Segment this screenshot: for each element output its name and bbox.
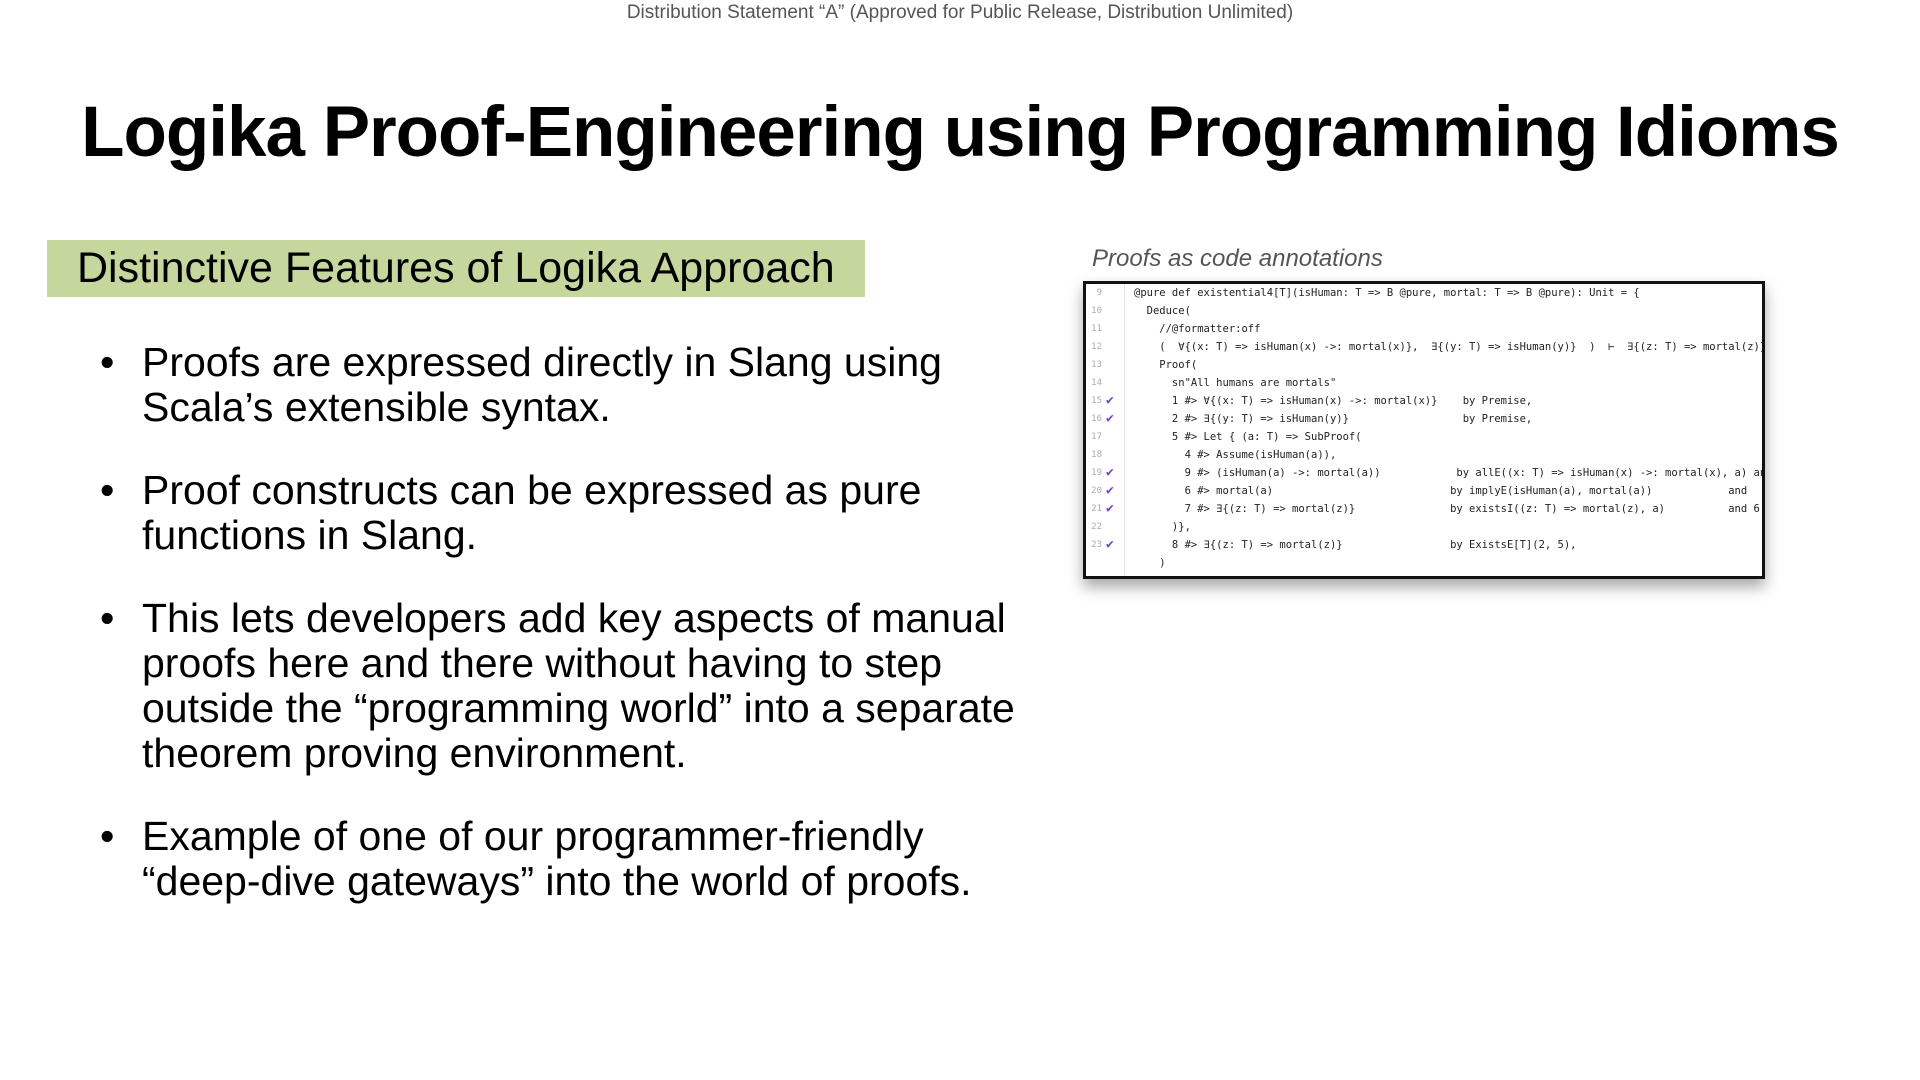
code-text: ( ∀{(x: T) => isHuman(x) ->: mortal(x)},…	[1134, 341, 1765, 353]
code-line: 19 ✔ 9 #> (isHuman(a) ->: mortal(a)) by a…	[1086, 464, 1762, 482]
bullet-icon: •	[100, 595, 115, 641]
bullet-icon: •	[100, 467, 115, 513]
code-text: Proof(	[1134, 359, 1198, 371]
bullet-text: Proof constructs can be expressed as pur…	[142, 467, 922, 558]
line-number: 12	[1091, 342, 1102, 352]
code-line: 22 )},	[1086, 518, 1762, 536]
slide-title: Logika Proof-Engineering using Programmi…	[81, 93, 1840, 172]
code-line: 17 5 #> Let { (a: T) => SubProof(	[1086, 428, 1762, 446]
figure-caption: Proofs as code annotations	[1092, 245, 1383, 272]
code-text: 7 #> ∃{(z: T) => mortal(z)} by existsI((…	[1134, 503, 1765, 515]
verified-check-icon: ✔	[1106, 411, 1114, 426]
bullet-list: • Proofs are expressed directly in Slang …	[100, 340, 1020, 942]
bullet-icon: •	[100, 813, 115, 859]
verified-check-icon: ✔	[1106, 501, 1114, 516]
line-number: 11	[1091, 324, 1102, 334]
verified-check-icon: ✔	[1106, 483, 1114, 498]
code-text: Deduce(	[1134, 305, 1191, 317]
code-line: 14 sn"All humans are mortals"	[1086, 374, 1762, 392]
code-line: 9 @pure def existential4[T](isHuman: T =>…	[1086, 284, 1762, 302]
code-line: 11 //@formatter:off	[1086, 320, 1762, 338]
code-text: 4 #> Assume(isHuman(a)),	[1134, 449, 1337, 461]
code-text: 2 #> ∃{(y: T) => isHuman(y)} by Premise,	[1134, 413, 1533, 425]
code-screenshot: 9 @pure def existential4[T](isHuman: T =>…	[1083, 281, 1765, 579]
verified-check-icon: ✔	[1106, 465, 1114, 480]
code-line: 10 Deduce(	[1086, 302, 1762, 320]
code-text: )	[1134, 557, 1166, 569]
code-line: 13 Proof(	[1086, 356, 1762, 374]
code-lines: 9 @pure def existential4[T](isHuman: T =>…	[1086, 284, 1762, 572]
bullet-item: • Proof constructs can be expressed as pu…	[100, 468, 1020, 558]
code-text: 9 #> (isHuman(a) ->: mortal(a)) by allE(…	[1134, 467, 1765, 479]
code-text: )},	[1134, 521, 1191, 533]
bullet-item: • Example of one of our programmer-friend…	[100, 814, 1020, 904]
line-number: 13	[1091, 360, 1102, 370]
verified-check-icon: ✔	[1106, 393, 1114, 408]
code-line: 12 ( ∀{(x: T) => isHuman(x) ->: mortal(x…	[1086, 338, 1762, 356]
line-number: 21	[1091, 504, 1102, 514]
code-text: 8 #> ∃{(z: T) => mortal(z)} by ExistsE[T…	[1134, 539, 1577, 551]
bullet-item: • This lets developers add key aspects of…	[100, 596, 1020, 776]
bullet-text: Example of one of our programmer-friendl…	[142, 813, 972, 904]
code-line: )	[1086, 554, 1762, 572]
verified-check-icon: ✔	[1106, 537, 1114, 552]
code-text: 5 #> Let { (a: T) => SubProof(	[1134, 431, 1362, 443]
line-number: 22	[1091, 522, 1102, 532]
bullet-item: • Proofs are expressed directly in Slang …	[100, 340, 1020, 430]
line-number: 19	[1091, 468, 1102, 478]
line-number: 15	[1091, 396, 1102, 406]
code-line: 23 ✔ 8 #> ∃{(z: T) => mortal(z)} by Exist…	[1086, 536, 1762, 554]
code-line: 20 ✔ 6 #> mortal(a) by implyE(isHuman(a),…	[1086, 482, 1762, 500]
line-number: 20	[1091, 486, 1102, 496]
bullet-icon: •	[100, 339, 115, 385]
code-line: 15 ✔ 1 #> ∀{(x: T) => isHuman(x) ->: mort…	[1086, 392, 1762, 410]
code-text: 1 #> ∀{(x: T) => isHuman(x) ->: mortal(x…	[1134, 395, 1533, 407]
line-number: 16	[1091, 414, 1102, 424]
distribution-statement: Distribution Statement “A” (Approved for…	[626, 2, 1294, 23]
line-number: 10	[1091, 306, 1102, 316]
code-text: //@formatter:off	[1134, 323, 1261, 335]
line-number: 18	[1091, 450, 1102, 460]
code-line: 16 ✔ 2 #> ∃{(y: T) => isHuman(y)} by Prem…	[1086, 410, 1762, 428]
line-number: 23	[1091, 540, 1102, 550]
line-number: 9	[1096, 288, 1102, 298]
code-line: 21 ✔ 7 #> ∃{(z: T) => mortal(z)} by exist…	[1086, 500, 1762, 518]
line-number: 17	[1091, 432, 1102, 442]
bullet-text: Proofs are expressed directly in Slang u…	[142, 339, 942, 430]
code-text: @pure def existential4[T](isHuman: T => …	[1134, 287, 1640, 299]
code-text: 6 #> mortal(a) by implyE(isHuman(a), mor…	[1134, 485, 1748, 497]
code-line: 18 4 #> Assume(isHuman(a)),	[1086, 446, 1762, 464]
bullet-text: This lets developers add key aspects of …	[142, 595, 1015, 776]
code-text: sn"All humans are mortals"	[1134, 377, 1337, 389]
line-number: 14	[1091, 378, 1102, 388]
section-header: Distinctive Features of Logika Approach	[47, 240, 865, 297]
